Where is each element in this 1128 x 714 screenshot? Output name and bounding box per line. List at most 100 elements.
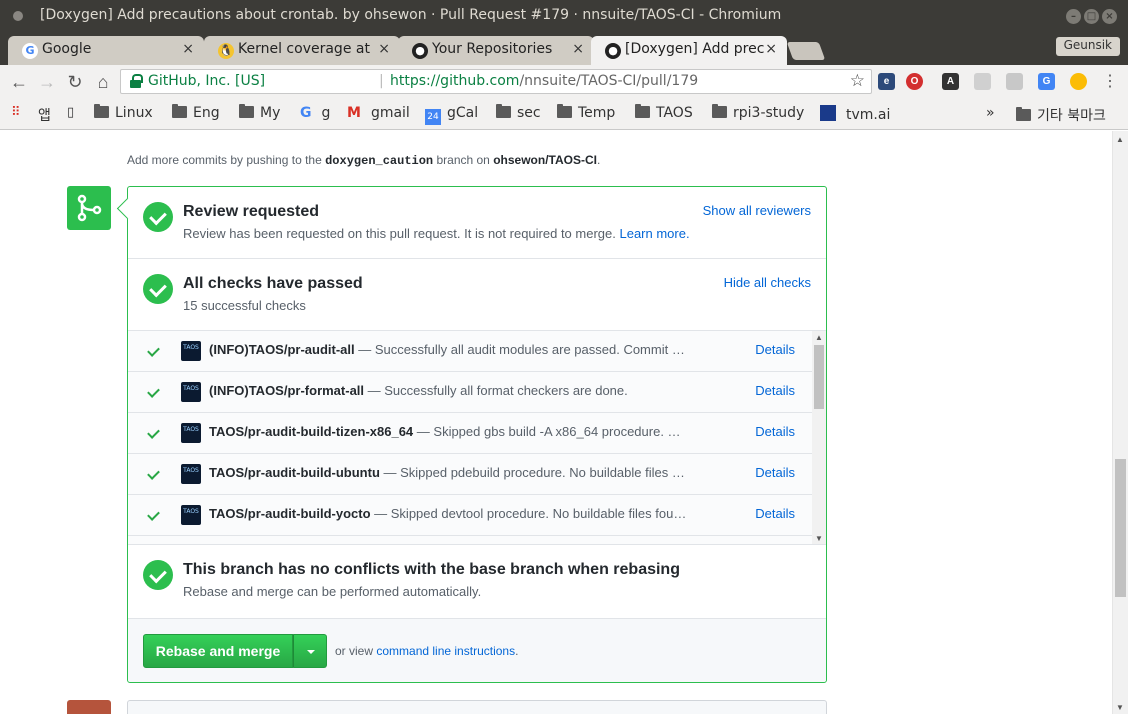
home-icon[interactable]: ⌂ — [91, 70, 115, 94]
hint-prefix: Add more commits by pushing to the — [127, 153, 322, 167]
bookmark-apps[interactable]: 앱 — [38, 105, 51, 125]
scroll-down-icon[interactable]: ▼ — [815, 534, 823, 543]
taos-avatar: TAOS — [181, 464, 201, 484]
url-host: https://github.com — [390, 73, 520, 89]
details-link[interactable]: Details — [755, 383, 795, 398]
bookmark-label: Linux — [115, 105, 153, 121]
check-name: TAOS/pr-audit-build-ubuntu — [209, 465, 380, 480]
merge-status-box: Review requested Review has been request… — [127, 186, 827, 683]
close-window-icon[interactable]: × — [1102, 9, 1117, 24]
extension-icon[interactable]: e — [878, 73, 895, 90]
bookmark-other[interactable]: 기타 북마크 — [1016, 105, 1106, 125]
bookmark-label: Temp — [578, 105, 616, 121]
tab-label: [Doxygen] Add prec — [625, 41, 765, 57]
check-row: TAOS TAOS/pr-audit-build-tizen-x86_64 — … — [128, 413, 812, 454]
command-line-hint: or view command line instructions. — [335, 644, 518, 658]
bookmark-taos[interactable]: TAOS — [635, 104, 693, 121]
bookmarks-overflow-button[interactable]: » — [986, 105, 995, 121]
check-row: TAOS TAOS/pr-audit-build-yocto — Skipped… — [128, 495, 812, 536]
folder-icon — [557, 104, 572, 118]
tab-close-icon[interactable]: × — [378, 41, 390, 57]
bookmark-sec[interactable]: sec — [496, 104, 541, 121]
check-desc: — Skipped pdebuild procedure. No buildab… — [379, 465, 685, 480]
profile-badge[interactable]: Geunsik — [1055, 37, 1120, 56]
tab-pull-request[interactable]: ● [Doxygen] Add prec × — [591, 36, 787, 65]
checks-section: All checks have passed 15 successful che… — [128, 259, 826, 331]
extension-card-icon[interactable] — [1006, 73, 1023, 90]
bookmark-tvm[interactable]: tvm.ai — [820, 105, 890, 123]
back-icon[interactable]: ← — [7, 70, 31, 94]
avatar[interactable] — [67, 700, 111, 714]
checks-scrollbar[interactable]: ▲ ▼ — [812, 331, 826, 544]
tab-your-repositories[interactable]: ● Your Repositories × — [398, 36, 594, 65]
extension-grey-icon[interactable] — [974, 73, 991, 90]
translate-icon[interactable]: G — [1038, 73, 1055, 90]
url-path: /nnsuite/TAOS-CI/pull/179 — [519, 73, 699, 89]
reload-icon[interactable]: ↻ — [63, 70, 87, 94]
minimize-icon[interactable]: – — [1066, 9, 1081, 24]
chrome-icon[interactable] — [1070, 73, 1087, 90]
bookmark-temp[interactable]: Temp — [557, 104, 616, 121]
folder-icon — [1016, 107, 1031, 121]
bookmark-label: TAOS — [656, 105, 693, 121]
scroll-thumb[interactable] — [814, 345, 824, 409]
bookmark-gcal[interactable]: 24 gCal — [425, 105, 478, 125]
branch-name: doxygen_caution — [325, 154, 434, 168]
check-row: TAOS (INFO)TAOS/pr-audit-all — Successfu… — [128, 331, 812, 372]
tab-close-icon[interactable]: × — [765, 41, 777, 57]
check-desc: — Skipped devtool procedure. No buildabl… — [370, 506, 687, 521]
maximize-icon[interactable]: □ — [1084, 9, 1099, 24]
page-scrollbar[interactable]: ▲ ▼ — [1112, 131, 1128, 714]
new-tab-button[interactable] — [786, 42, 826, 60]
apps-grid-icon[interactable]: ⠿ — [11, 105, 21, 120]
rebase-and-merge-button[interactable]: Rebase and merge — [143, 634, 293, 668]
address-bar[interactable]: GitHub, Inc. [US] | https://github.com/n… — [120, 69, 872, 94]
check-name: (INFO)TAOS/pr-format-all — [209, 383, 365, 398]
bookmarks-bar: ⠿ 앱 ▯ Linux Eng My Gg Mgmail 24 gCal sec … — [0, 98, 1128, 130]
command-line-instructions-link[interactable]: command line instructions — [376, 644, 515, 658]
tab-close-icon[interactable]: × — [572, 41, 584, 57]
learn-more-link[interactable]: Learn more. — [619, 226, 689, 241]
scroll-down-icon[interactable]: ▼ — [1116, 703, 1124, 712]
bookmark-label: sec — [517, 105, 541, 121]
bookmark-gmail[interactable]: Mgmail — [347, 105, 410, 121]
scroll-up-icon[interactable]: ▲ — [815, 333, 823, 342]
window-title: [Doxygen] Add precautions about crontab.… — [40, 7, 782, 23]
check-text: TAOS/pr-audit-build-ubuntu — Skipped pde… — [209, 465, 689, 480]
opera-icon[interactable]: O — [906, 73, 923, 90]
page-icon[interactable]: ▯ — [67, 105, 74, 120]
checks-description: 15 successful checks — [183, 298, 306, 313]
tab-google[interactable]: G Google × — [8, 36, 204, 65]
menu-icon[interactable]: ⋮ — [1098, 70, 1122, 94]
window-titlebar: [Doxygen] Add precautions about crontab.… — [0, 0, 1128, 33]
details-link[interactable]: Details — [755, 424, 795, 439]
details-link[interactable]: Details — [755, 506, 795, 521]
extension-a-icon[interactable]: A — [942, 73, 959, 90]
check-icon — [147, 344, 160, 357]
review-title: Review requested — [183, 203, 320, 220]
tab-kernel-coverage[interactable]: 🐧 Kernel coverage at × — [204, 36, 400, 65]
browser-toolbar: ← → ↻ ⌂ GitHub, Inc. [US] | https://gith… — [0, 65, 1128, 98]
bookmark-linux[interactable]: Linux — [94, 104, 153, 121]
hint-middle: branch on — [436, 153, 490, 167]
details-link[interactable]: Details — [755, 465, 795, 480]
tab-close-icon[interactable]: × — [182, 41, 194, 57]
details-link[interactable]: Details — [755, 342, 795, 357]
bookmark-g[interactable]: Gg — [300, 105, 330, 121]
check-icon — [147, 426, 160, 439]
gmail-icon: M — [347, 105, 361, 121]
check-text: (INFO)TAOS/pr-format-all — Successfully … — [209, 383, 689, 398]
bookmark-my[interactable]: My — [239, 104, 280, 121]
bookmark-eng[interactable]: Eng — [172, 104, 220, 121]
git-merge-icon — [67, 186, 111, 230]
check-name: (INFO)TAOS/pr-audit-all — [209, 342, 355, 357]
hide-all-checks-link[interactable]: Hide all checks — [724, 275, 811, 290]
show-all-reviewers-link[interactable]: Show all reviewers — [703, 203, 811, 218]
forward-icon[interactable]: → — [35, 70, 59, 94]
bookmark-rpi3-study[interactable]: rpi3-study — [712, 104, 804, 121]
check-icon — [147, 467, 160, 480]
merge-method-dropdown[interactable] — [293, 634, 327, 668]
scroll-thumb[interactable] — [1115, 459, 1126, 597]
scroll-up-icon[interactable]: ▲ — [1116, 135, 1124, 144]
bookmark-star-icon[interactable]: ☆ — [850, 71, 865, 91]
